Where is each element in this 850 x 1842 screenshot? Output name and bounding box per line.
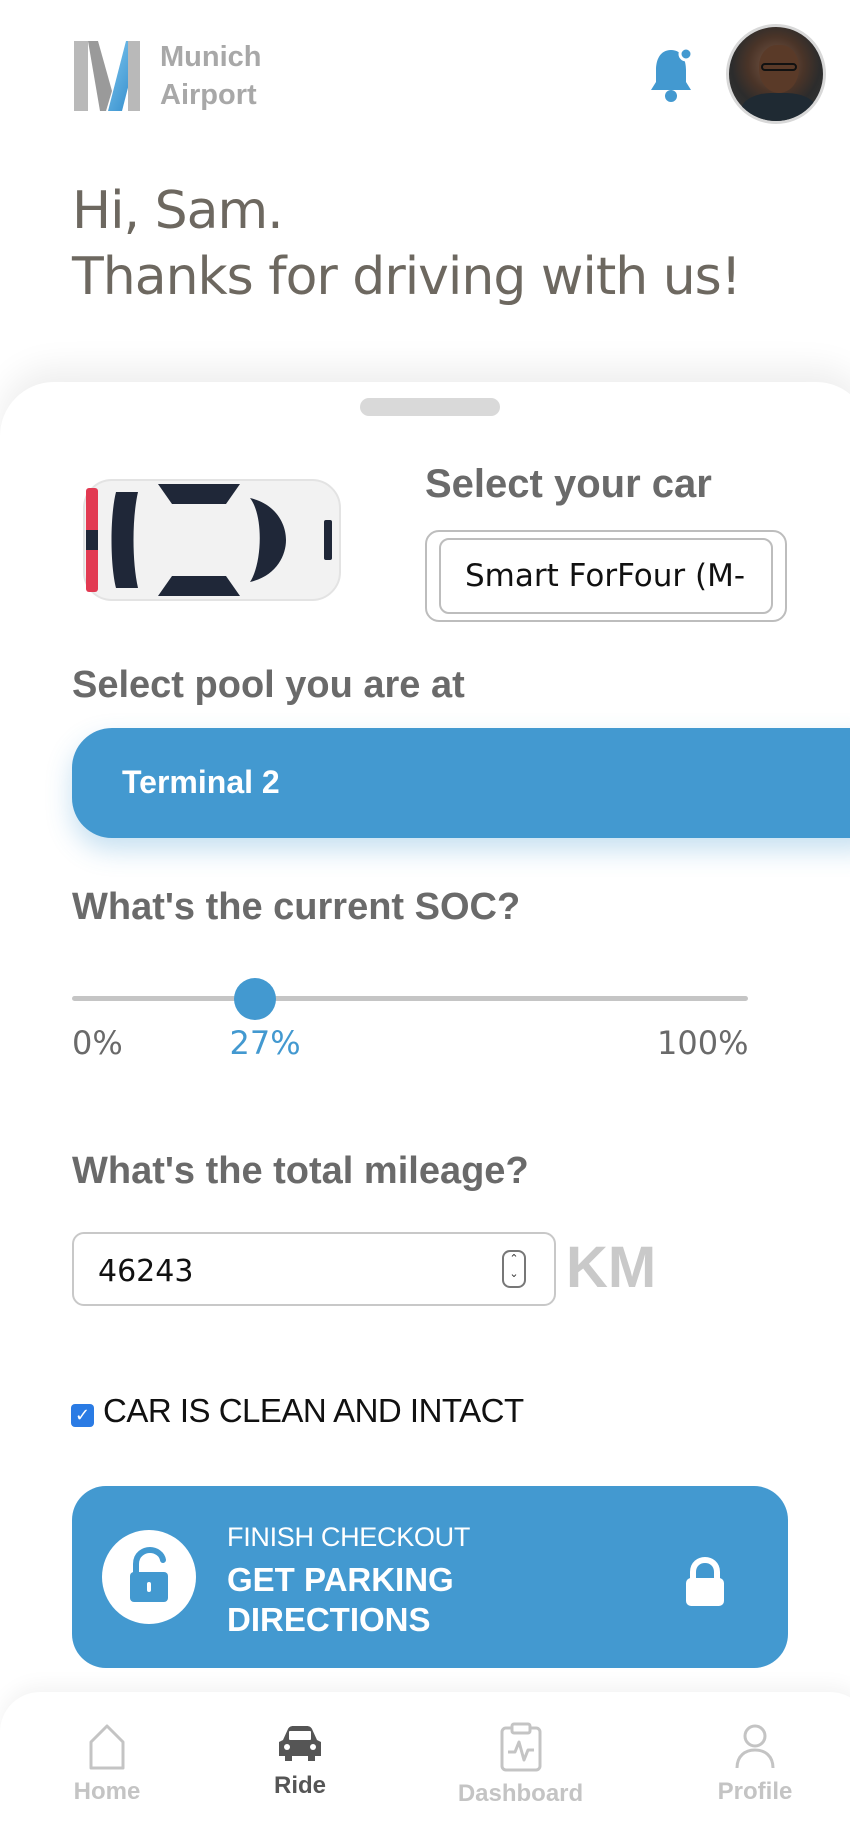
mileage-unit: KM [566, 1235, 657, 1300]
mileage-label: What's the total mileage? [72, 1150, 529, 1192]
clean-intact-label[interactable]: CAR IS CLEAN AND INTACT [103, 1392, 524, 1430]
mileage-stepper[interactable]: ⌃ ⌄ [502, 1250, 526, 1288]
nav-item-ride[interactable]: Ride [255, 1724, 345, 1800]
bottom-navigation: Home Ride Dashboard Profile [0, 1692, 850, 1842]
select-car-label: Select your car [425, 462, 712, 506]
logo-line-1: Munich [160, 41, 262, 73]
unlock-badge [102, 1530, 196, 1624]
finish-checkout-button[interactable]: FINISH CHECKOUT GET PARKING DIRECTIONS [72, 1486, 788, 1668]
user-icon [735, 1724, 775, 1769]
munich-airport-logo: Munich Airport [72, 38, 262, 114]
soc-min-label: 0% [72, 1024, 123, 1062]
sheet-drag-handle[interactable] [360, 398, 500, 416]
logo-m-icon [74, 41, 140, 111]
lock-icon [686, 1556, 724, 1606]
nav-item-dashboard[interactable]: Dashboard [448, 1722, 593, 1808]
car-select-dropdown[interactable]: Smart ForFour (M- [439, 538, 773, 614]
home-icon [89, 1724, 125, 1770]
nav-label-ride: Ride [273, 1772, 326, 1799]
clean-intact-checkbox[interactable]: ✓ [71, 1404, 94, 1427]
car-top-view-icon [83, 479, 341, 601]
car-icon [279, 1726, 321, 1761]
nav-item-profile[interactable]: Profile [710, 1722, 800, 1806]
clipboard-icon [500, 1722, 541, 1772]
soc-slider-track[interactable] [72, 996, 748, 1001]
nav-label-home: Home [73, 1778, 141, 1805]
greeting-message: Thanks for driving with us! [72, 247, 742, 307]
soc-value-label: 27% [229, 1024, 301, 1062]
nav-label-dashboard: Dashboard [457, 1780, 584, 1807]
soc-slider-thumb[interactable] [233, 978, 276, 1020]
finish-checkout-label: FINISH CHECKOUT [227, 1522, 471, 1552]
nav-item-home[interactable]: Home [62, 1722, 152, 1806]
unlock-icon [130, 1546, 168, 1602]
notification-bell-icon[interactable] [648, 46, 694, 104]
get-directions-label: GET PARKING DIRECTIONS [227, 1561, 454, 1638]
nav-label-profile: Profile [717, 1778, 793, 1805]
mileage-input[interactable]: 46243 [72, 1232, 556, 1306]
soc-label: What's the current SOC? [72, 886, 521, 928]
logo-text: Munich Airport [160, 38, 262, 114]
pool-label: Select pool you are at [72, 664, 465, 706]
user-avatar[interactable] [726, 24, 826, 124]
greeting: Hi, Sam. Thanks for driving with us! [72, 178, 742, 310]
soc-max-label: 100% [657, 1024, 749, 1062]
greeting-name: Hi, Sam. [72, 181, 284, 241]
pool-select-button[interactable]: Terminal 2 [72, 728, 850, 838]
logo-line-2: Airport [160, 79, 257, 111]
